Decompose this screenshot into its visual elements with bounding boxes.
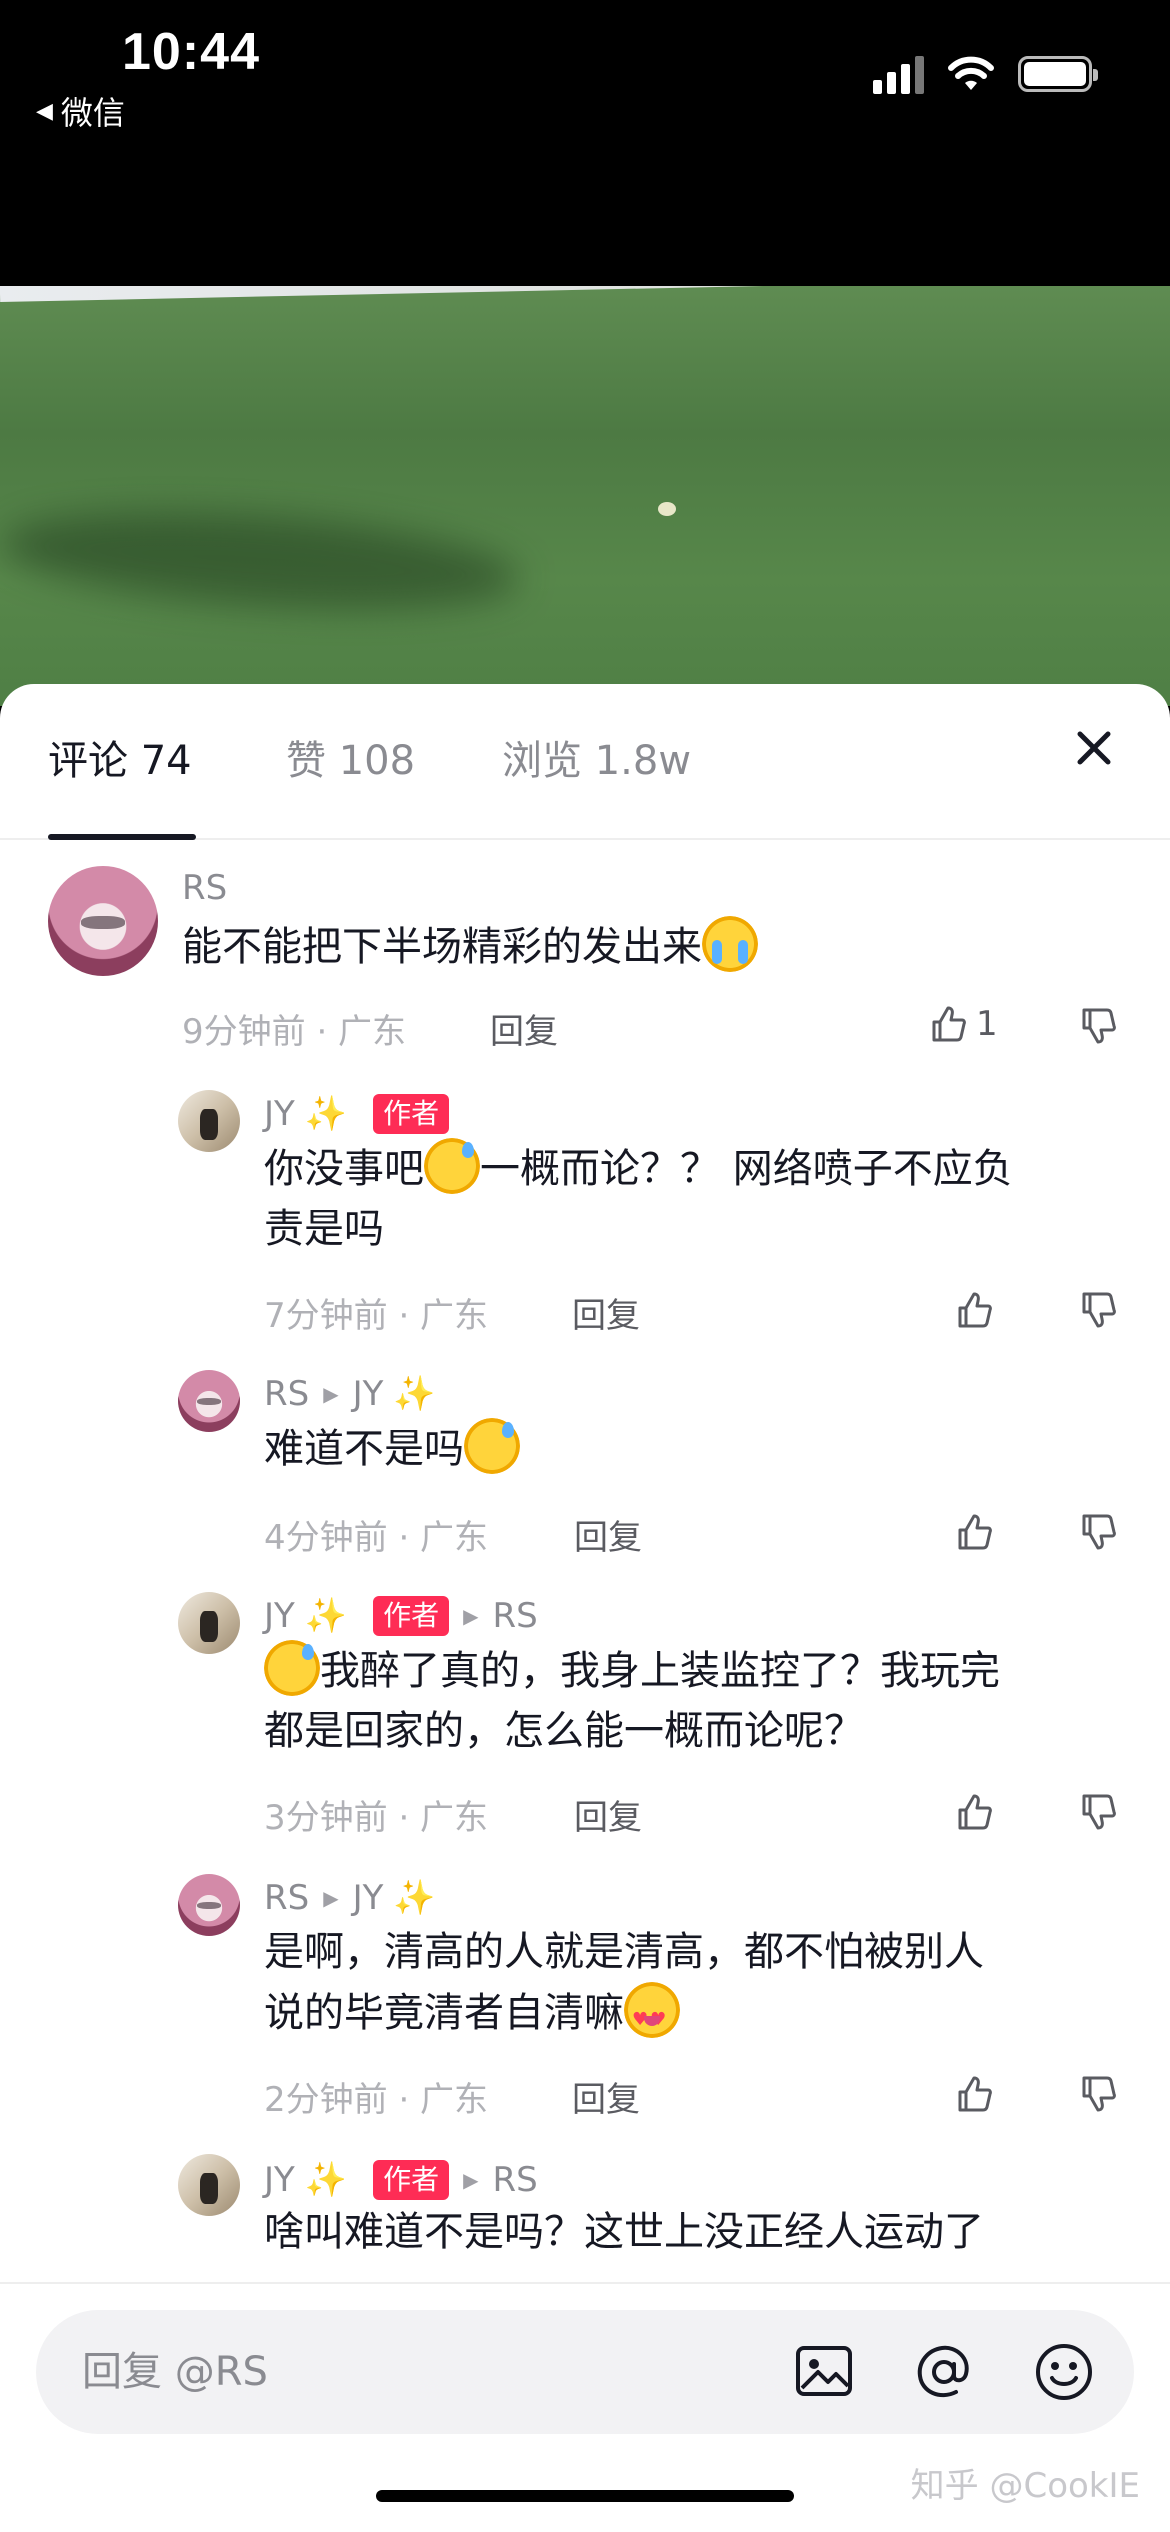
- reply-text: 我醉了真的，我身上装监控了？我玩完 都是回家的，怎么能一概而论呢？: [264, 1640, 1124, 1761]
- reply-username[interactable]: RS ▶ JY ✨: [264, 1374, 436, 1414]
- wifi-icon: [948, 56, 994, 90]
- reply-text: 是啊，清高的人就是清高，都不怕被别人 说的毕竟清者自清嘛: [264, 1922, 1124, 2050]
- field-shadow: [0, 497, 523, 625]
- author-badge: 作者: [373, 2160, 450, 2200]
- thumb-down-icon[interactable]: [1078, 1290, 1118, 1330]
- sweat-smile-emoji-icon: [264, 1640, 320, 1696]
- reply-input-container: [36, 2310, 1134, 2434]
- field-line: [0, 286, 1170, 302]
- reply-username[interactable]: JY ✨ 作者: [264, 1094, 450, 1134]
- back-to-app-button[interactable]: ◀ 微信: [36, 88, 125, 134]
- sparkle-icon: ✨: [393, 1374, 436, 1414]
- reply-meta: 7分钟前 · 广东: [264, 1296, 489, 1336]
- reply-meta: 2分钟前 · 广东: [264, 2080, 489, 2120]
- sweat-smile-emoji-icon: [464, 1418, 520, 1474]
- comment-username[interactable]: RS: [182, 868, 227, 908]
- reply-arrow-icon: ▶: [323, 1382, 339, 1406]
- thumb-down-icon[interactable]: [1078, 1792, 1118, 1832]
- avatar[interactable]: [178, 1592, 240, 1654]
- thumb-up-icon[interactable]: [954, 2074, 994, 2114]
- status-icons: [873, 54, 1098, 94]
- reply-arrow-icon: ▶: [463, 2168, 479, 2192]
- back-triangle-icon: ◀: [36, 98, 53, 124]
- tab-likes[interactable]: 赞 108: [286, 728, 415, 786]
- reply-button[interactable]: 回复: [574, 1790, 642, 1839]
- watermark: 知乎 @CookIE: [910, 2466, 1140, 2506]
- comment-meta: 9分钟前 · 广东: [182, 1012, 407, 1052]
- author-badge: 作者: [373, 1094, 450, 1134]
- cellular-signal-icon: [873, 54, 924, 94]
- sweat-smile-emoji-icon: [424, 1138, 480, 1194]
- reply-username[interactable]: JY ✨ 作者 ▶ RS: [264, 1596, 538, 1636]
- author-badge: 作者: [373, 1596, 450, 1636]
- sparkle-icon: ✨: [393, 1878, 436, 1918]
- crying-emoji-icon: [702, 916, 758, 972]
- tab-indicator: [48, 834, 196, 840]
- reply-button[interactable]: 回复: [572, 2072, 640, 2121]
- comment-text: 能不能把下半场精彩的发出来: [182, 916, 758, 977]
- reply-input[interactable]: [82, 2340, 782, 2404]
- heart-eyes-emoji-icon: [624, 1982, 680, 2050]
- reply-arrow-icon: ▶: [323, 1886, 339, 1910]
- reply-button[interactable]: 回复: [572, 1288, 640, 1337]
- avatar[interactable]: [178, 1874, 240, 1936]
- close-icon[interactable]: [1072, 726, 1116, 770]
- emoji-icon[interactable]: [1032, 2340, 1096, 2404]
- sparkle-icon: ✨: [304, 2160, 348, 2200]
- like-button[interactable]: 1: [928, 1004, 998, 1044]
- thumb-down-icon[interactable]: [1078, 1006, 1118, 1046]
- thumb-down-icon[interactable]: [1078, 2074, 1118, 2114]
- reply-username[interactable]: RS ▶ JY ✨: [264, 1878, 436, 1918]
- sparkle-icon: ✨: [304, 1094, 348, 1134]
- thumb-up-icon[interactable]: [954, 1792, 994, 1832]
- avatar[interactable]: [48, 866, 158, 976]
- thumb-up-icon: [932, 1006, 966, 1042]
- back-app-label: 微信: [60, 94, 125, 132]
- reply-button[interactable]: 回复: [574, 1510, 642, 1559]
- ball: [658, 502, 676, 516]
- tab-comments[interactable]: 评论 74: [48, 728, 192, 786]
- image-icon[interactable]: [792, 2340, 856, 2404]
- battery-icon: [1018, 56, 1098, 92]
- reply-text: 难道不是吗: [264, 1418, 520, 1479]
- reply-text: 啥叫难道不是吗？这世上没正经人运动了: [264, 2209, 984, 2255]
- reply-arrow-icon: ▶: [463, 1604, 479, 1628]
- reply-meta: 4分钟前 · 广东: [264, 1518, 489, 1558]
- avatar[interactable]: [178, 2154, 240, 2216]
- video-player[interactable]: [0, 286, 1170, 706]
- tab-views[interactable]: 浏览 1.8w: [502, 728, 691, 786]
- home-indicator[interactable]: [376, 2490, 794, 2502]
- status-time: 10:44: [122, 23, 260, 81]
- reply-input-bar: 知乎 @CookIE: [0, 2282, 1170, 2532]
- comment-sheet: 评论 74 赞 108 浏览 1.8w RS 能不能把下半场精彩的发出来 9分钟…: [0, 684, 1170, 2532]
- thumb-down-icon[interactable]: [1078, 1512, 1118, 1552]
- reply-text: 你没事吧 一概而论？？ 网络喷子不应负 责是吗: [264, 1138, 1124, 1259]
- sparkle-icon: ✨: [304, 1596, 348, 1636]
- comment-tabs: 评论 74 赞 108 浏览 1.8w: [0, 684, 1170, 840]
- avatar[interactable]: [178, 1090, 240, 1152]
- at-icon[interactable]: [912, 2340, 976, 2404]
- reply-username[interactable]: JY ✨ 作者 ▶ RS: [264, 2160, 538, 2200]
- avatar[interactable]: [178, 1370, 240, 1432]
- status-bar: 10:44 ◀ 微信: [0, 0, 1170, 286]
- thumb-up-icon[interactable]: [954, 1512, 994, 1552]
- thumb-up-icon[interactable]: [954, 1290, 994, 1330]
- reply-meta: 3分钟前 · 广东: [264, 1798, 489, 1838]
- reply-button[interactable]: 回复: [490, 1004, 558, 1053]
